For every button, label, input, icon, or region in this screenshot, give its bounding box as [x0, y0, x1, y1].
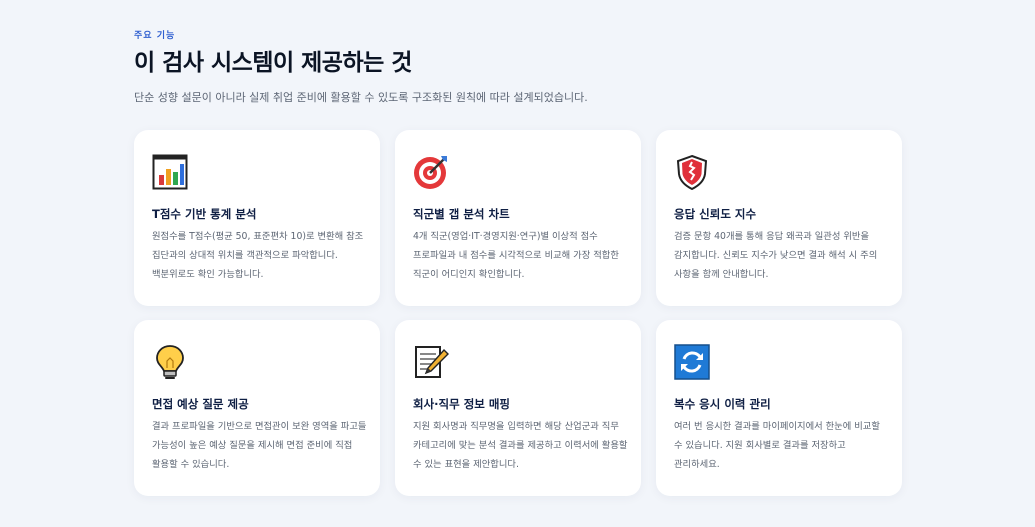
feature-description: 결과 프로파일을 기반으로 면접관이 보완 영역을 파고들 가능성이 높은 예상… — [152, 421, 367, 470]
feature-title: 면접 예상 질문 제공 — [152, 397, 249, 411]
feature-title: T점수 기반 통계 분석 — [152, 207, 257, 221]
feature-description: 지원 회사명과 직무명을 입력하면 해당 산업군과 직무 카테고리에 맞는 분석… — [413, 421, 628, 470]
feature-card-gap-analysis: 직군별 갭 분석 차트 4개 직군(영업·IT·경영지원·연구)별 이상적 점수… — [395, 130, 641, 306]
feature-description: 여러 번 응시한 결과를 마이페이지에서 한눈에 비교할 수 있습니다. 지원 … — [674, 421, 880, 470]
feature-card-t-score: T점수 기반 통계 분석 원점수를 T점수(평균 50, 표준편차 10)로 변… — [134, 130, 380, 306]
features-grid: T점수 기반 통계 분석 원점수를 T점수(평균 50, 표준편차 10)로 변… — [134, 130, 902, 496]
lightbulb-icon — [152, 344, 188, 380]
feature-card-history: 복수 응시 이력 관리 여러 번 응시한 결과를 마이페이지에서 한눈에 비교할… — [656, 320, 902, 496]
feature-title: 복수 응시 이력 관리 — [674, 397, 771, 411]
bar-chart-icon — [152, 154, 188, 190]
refresh-icon — [674, 344, 710, 380]
feature-description: 원점수를 T점수(평균 50, 표준편차 10)로 변환해 참조 집단과의 상대… — [152, 231, 364, 280]
feature-title: 응답 신뢰도 지수 — [674, 207, 757, 221]
feature-card-reliability: 응답 신뢰도 지수 검증 문항 40개를 통해 응답 왜곡과 일관성 위반을 감… — [656, 130, 902, 306]
feature-title: 회사·직무 정보 매핑 — [413, 397, 511, 411]
feature-card-company-mapping: 회사·직무 정보 매핑 지원 회사명과 직무명을 입력하면 해당 산업군과 직무… — [395, 320, 641, 496]
section-eyebrow: 주요 기능 — [134, 31, 176, 41]
feature-description: 4개 직군(영업·IT·경영지원·연구)별 이상적 점수 프로파일과 내 점수를… — [413, 231, 619, 280]
feature-title: 직군별 갭 분석 차트 — [413, 207, 510, 221]
feature-description: 검증 문항 40개를 통해 응답 왜곡과 일관성 위반을 감지합니다. 신뢰도 … — [674, 231, 878, 280]
section-subtitle: 단순 성향 설문이 아니라 실제 취업 준비에 활용할 수 있도록 구조화된 원… — [134, 91, 588, 104]
shield-icon — [674, 154, 710, 190]
target-icon — [413, 154, 449, 190]
feature-card-interview: 면접 예상 질문 제공 결과 프로파일을 기반으로 면접관이 보완 영역을 파고… — [134, 320, 380, 496]
features-header: 주요 기능 이 검사 시스템이 제공하는 것 단순 성향 설문이 아니라 실제 … — [134, 28, 902, 106]
section-title: 이 검사 시스템이 제공하는 것 — [134, 50, 412, 76]
memo-icon — [413, 344, 449, 380]
